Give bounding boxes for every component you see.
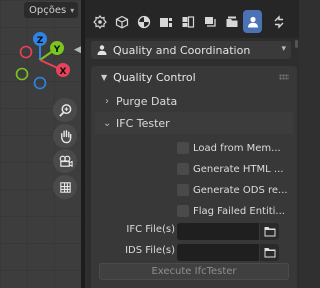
output-icon: [159, 17, 172, 27]
load-from-memory-checkbox[interactable]: Load from Mem...: [177, 140, 297, 156]
quality-control-header[interactable]: ▼ Quality Control: [91, 66, 297, 88]
ifc-tester-label: IFC Tester: [116, 116, 170, 130]
tab-collection[interactable]: [222, 12, 241, 31]
pan-tool-button[interactable]: [53, 124, 77, 148]
neg-z-handle: [33, 76, 47, 90]
checkbox-label: Flag Failed Entiti...: [193, 205, 285, 217]
grid-icon: [59, 181, 71, 193]
camera-icon: [59, 155, 73, 167]
ids-files-field[interactable]: [177, 244, 259, 261]
options-dropdown[interactable]: Opções ▾: [24, 2, 78, 18]
context-dropdown[interactable]: Quality and Coordination ▾: [91, 41, 291, 59]
quality-control-panel: ▼ Quality Control › Purge Data ⌄ IFC Tes…: [91, 66, 297, 288]
hand-pan-icon: [60, 129, 71, 143]
purge-data-subpanel[interactable]: › Purge Data: [95, 90, 293, 112]
chevron-right-icon: ›: [105, 95, 109, 107]
checkbox-box[interactable]: [177, 205, 189, 217]
tool-icon: [92, 14, 107, 29]
z-axis-label: Z: [37, 36, 44, 46]
ids-files-row: IDS File(s): [111, 244, 291, 261]
tab-object[interactable]: [112, 12, 131, 31]
tab-bim-quality[interactable]: [243, 10, 262, 33]
x-axis-label: X: [60, 67, 67, 77]
properties-editor: Quality and Coordination ▾ ▼ Quality Con…: [85, 0, 299, 288]
ifc-files-label: IFC File(s): [126, 224, 175, 235]
y-axis-label: Y: [53, 45, 61, 55]
tab-output[interactable]: [156, 12, 175, 31]
user-group-icon: [97, 45, 107, 55]
collection-icon: [226, 16, 237, 27]
ifc-files-field[interactable]: [177, 223, 259, 240]
chevron-down-icon: ▾: [281, 44, 286, 54]
checkbox-label: Generate ODS re...: [193, 184, 288, 196]
tab-scroll-indicator: [295, 40, 298, 48]
world-icon: [204, 16, 216, 27]
zoom-icon: [58, 103, 71, 117]
arrows-icon: [274, 14, 283, 29]
options-label: Opções: [29, 4, 67, 16]
tab-scene[interactable]: [178, 12, 197, 31]
chevron-down-icon: ▼: [101, 72, 108, 82]
generate-html-checkbox[interactable]: Generate HTML ...: [177, 161, 297, 177]
ids-files-browse-button[interactable]: [260, 244, 279, 261]
ids-files-label: IDS File(s): [125, 245, 175, 256]
render-icon: [137, 15, 150, 28]
sidebar-toggle-arrow-icon[interactable]: ◀: [74, 43, 81, 57]
tab-world[interactable]: [200, 12, 219, 31]
flag-failed-entities-checkbox[interactable]: Flag Failed Entiti...: [177, 203, 297, 219]
scene-icon: [182, 15, 194, 28]
tab-arrows[interactable]: [269, 12, 288, 31]
context-dropdown-label: Quality and Coordination: [113, 43, 251, 57]
tab-render[interactable]: [134, 12, 153, 31]
tab-tool[interactable]: [90, 12, 109, 31]
generate-ods-checkbox[interactable]: Generate ODS re...: [177, 182, 297, 198]
purge-data-label: Purge Data: [116, 94, 178, 108]
bim-user-icon: [247, 16, 258, 27]
zoom-tool-button[interactable]: [53, 98, 77, 122]
execute-ifctester-button[interactable]: Execute IfcTester: [99, 263, 289, 280]
section-title: Quality Control: [113, 70, 196, 84]
checkbox-label: Load from Mem...: [193, 142, 281, 154]
folder-icon: [264, 227, 275, 237]
chevron-down-icon: ▾: [70, 5, 75, 15]
folder-icon: [264, 248, 275, 258]
ifc-files-browse-button[interactable]: [260, 223, 279, 240]
neg-x-handle: [19, 45, 33, 59]
chevron-down-icon: ⌄: [103, 117, 112, 129]
ifc-files-row: IFC File(s): [111, 223, 291, 240]
navigation-gizmo[interactable]: Z Y X: [12, 28, 72, 94]
camera-tool-button[interactable]: [53, 149, 77, 173]
checkbox-label: Generate HTML ...: [193, 163, 284, 175]
checkbox-box[interactable]: [177, 163, 189, 175]
neg-y-handle: [15, 67, 29, 81]
3d-viewport[interactable]: Opções ▾ Z Y X ◀: [0, 0, 81, 288]
drag-grip-icon[interactable]: [279, 74, 289, 80]
checkbox-box[interactable]: [177, 142, 189, 154]
object-cube-icon: [115, 15, 128, 28]
ifc-tester-subpanel[interactable]: ⌄ IFC Tester: [95, 112, 293, 134]
checkbox-box[interactable]: [177, 184, 189, 196]
grid-tool-button[interactable]: [53, 175, 77, 199]
properties-tab-bar: [85, 0, 299, 48]
